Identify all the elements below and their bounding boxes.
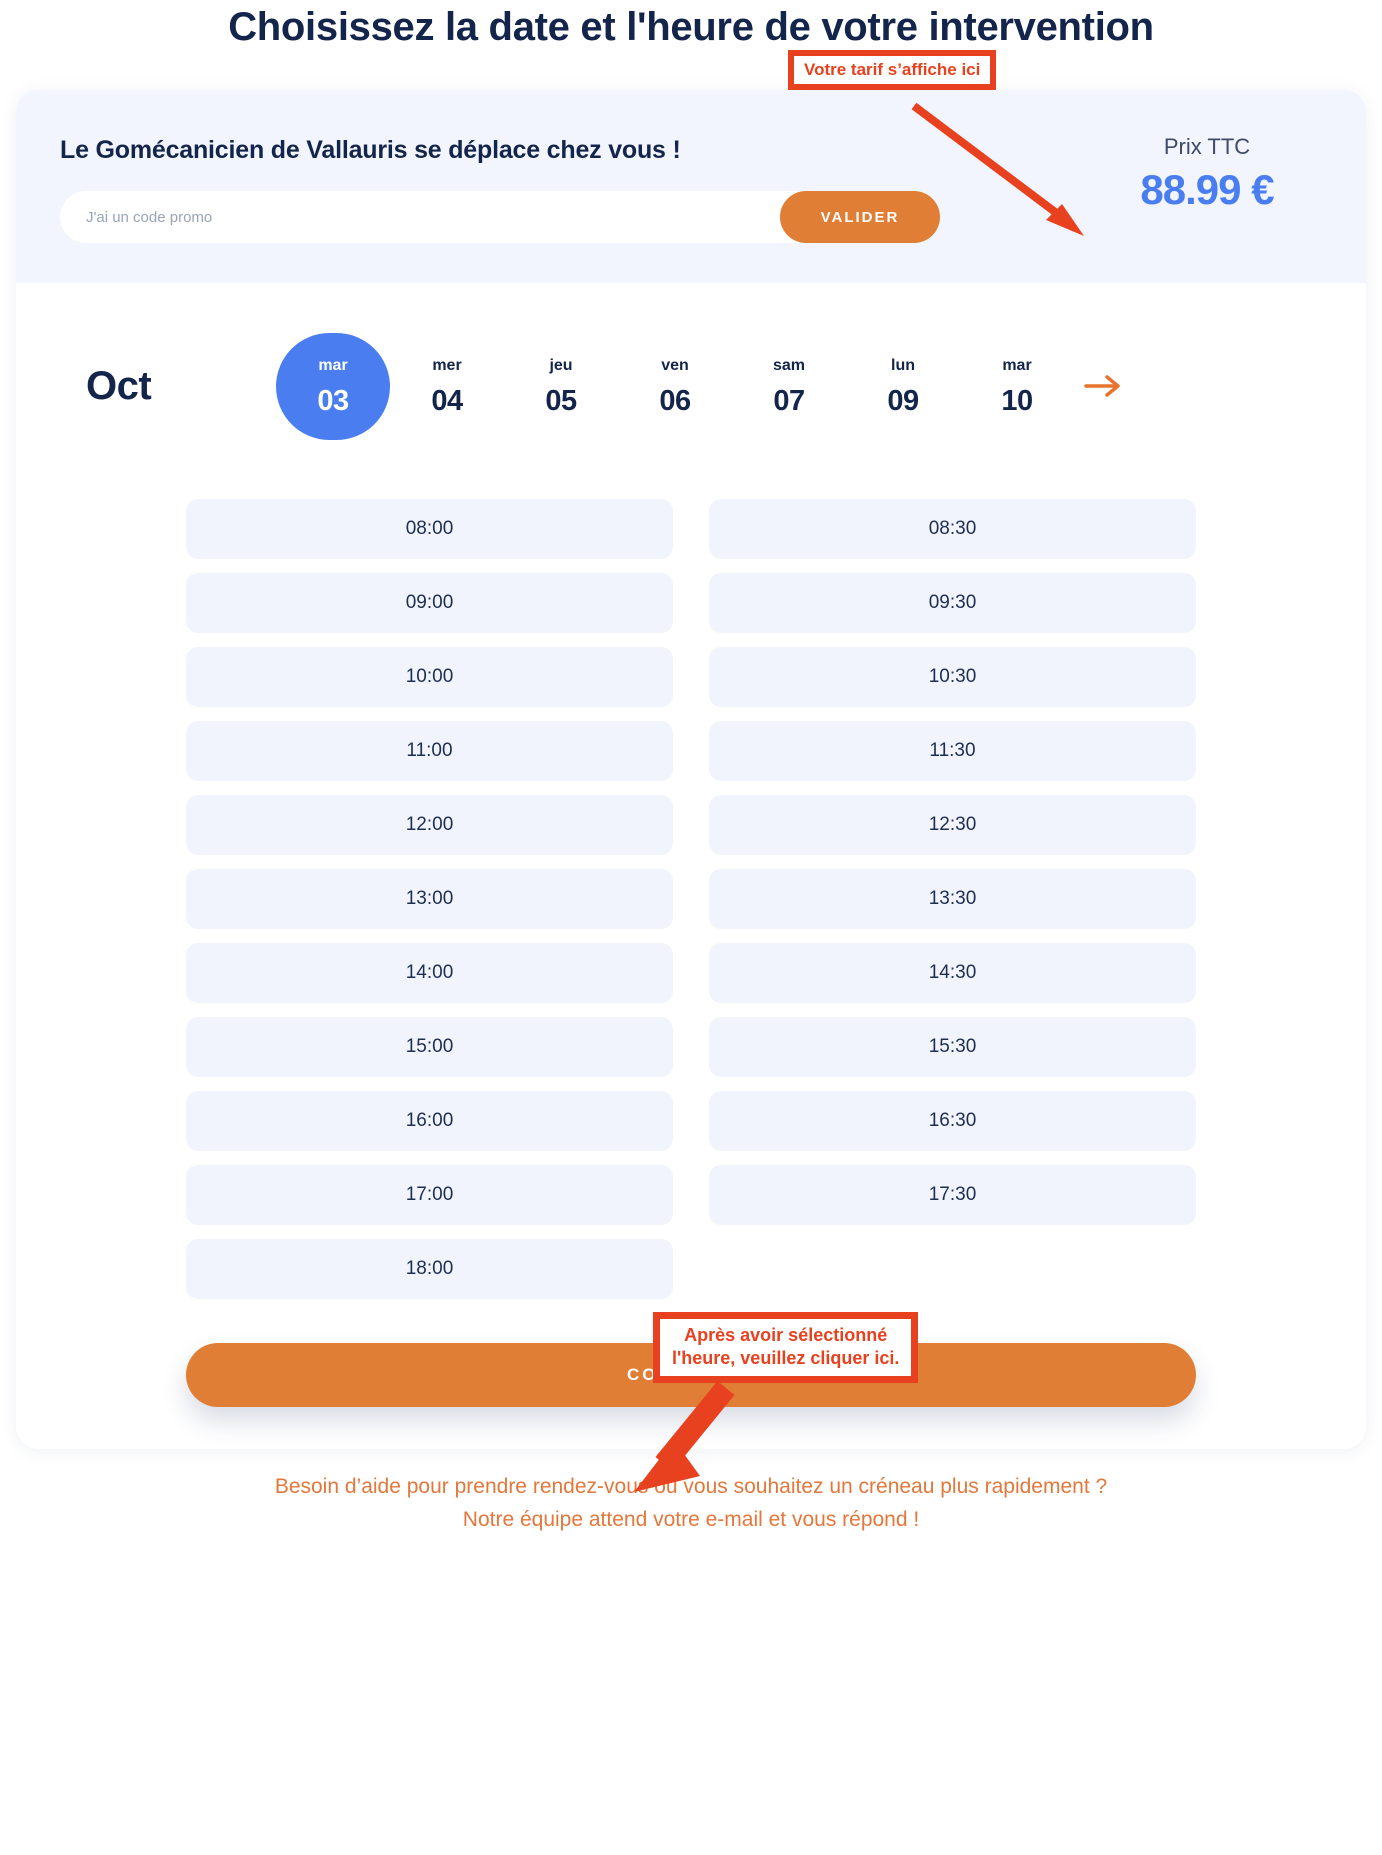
day-of-week-label: sam bbox=[772, 356, 806, 374]
page-title: Choisissez la date et l'heure de votre i… bbox=[228, 5, 1154, 49]
time-slot[interactable]: 12:30 bbox=[709, 795, 1196, 855]
booking-card: Votre tarif s’affiche ici Le Gomécanicie… bbox=[16, 50, 1366, 1492]
price-label: Prix TTC bbox=[1163, 134, 1251, 159]
calendar-day-3[interactable]: ven 06 bbox=[618, 333, 732, 440]
time-slot[interactable]: 13:00 bbox=[186, 869, 673, 929]
time-slot[interactable]: 18:00 bbox=[186, 1239, 673, 1299]
annotation-click-line1: Après avoir sélectionné bbox=[684, 1325, 888, 1345]
time-slot[interactable]: 09:30 bbox=[709, 573, 1196, 633]
time-slot[interactable]: 14:30 bbox=[709, 943, 1196, 1003]
calendar-day-0[interactable]: mar 03 bbox=[276, 332, 390, 440]
time-slot[interactable]: 14:00 bbox=[186, 943, 673, 1003]
day-number-label: 09 bbox=[887, 384, 919, 417]
time-slot-grid: 08:00 08:30 09:00 09:30 10:00 10:30 11:0… bbox=[16, 463, 1366, 1299]
time-slot[interactable]: 13:30 bbox=[709, 869, 1196, 929]
calendar-day-6[interactable]: mar 10 bbox=[960, 333, 1074, 440]
time-slot[interactable]: 11:00 bbox=[186, 721, 673, 781]
time-slot[interactable]: 09:00 bbox=[186, 573, 673, 633]
time-slot[interactable]: 08:30 bbox=[709, 499, 1196, 559]
time-slot[interactable]: 15:00 bbox=[186, 1017, 673, 1077]
time-slot[interactable]: 11:30 bbox=[709, 721, 1196, 781]
annotation-click-line2: l'heure, veuillez cliquer ici. bbox=[672, 1348, 900, 1369]
calendar-day-2[interactable]: jeu 05 bbox=[504, 333, 618, 440]
day-number-label: 06 bbox=[659, 384, 691, 417]
price-value: 88.99 € bbox=[1140, 166, 1274, 213]
calendar-day-4[interactable]: sam 07 bbox=[732, 333, 846, 440]
day-number-label: 07 bbox=[773, 384, 805, 417]
day-of-week-label: jeu bbox=[549, 356, 573, 374]
calendar-day-1[interactable]: mer 04 bbox=[390, 333, 504, 440]
day-of-week-label: mar bbox=[318, 356, 348, 374]
time-slot[interactable]: 12:00 bbox=[186, 795, 673, 855]
promo-row: VALIDER bbox=[60, 191, 940, 243]
day-number-label: 04 bbox=[431, 384, 463, 417]
price-block: Prix TTC 88.99 € bbox=[1092, 134, 1322, 214]
day-of-week-label: mar bbox=[1002, 356, 1032, 374]
time-slot[interactable]: 17:00 bbox=[186, 1165, 673, 1225]
day-of-week-label: ven bbox=[661, 356, 689, 374]
day-number-label: 05 bbox=[545, 384, 577, 417]
annotation-click-text: Après avoir sélectionné l'heure, veuille… bbox=[660, 1319, 912, 1376]
day-of-week-label: mer bbox=[432, 356, 462, 374]
day-of-week-label: lun bbox=[891, 356, 915, 374]
promo-section: Le Gomécanicien de Vallauris se déplace … bbox=[16, 90, 1366, 283]
calendar-days: mar 03 mer 04 jeu 05 ven 06 sam 07 lun 0… bbox=[276, 332, 1336, 440]
time-slot-placeholder bbox=[709, 1239, 1196, 1299]
calendar-day-5[interactable]: lun 09 bbox=[846, 333, 960, 440]
time-slot[interactable]: 08:00 bbox=[186, 499, 673, 559]
calendar-next-week-button[interactable] bbox=[1074, 373, 1134, 399]
time-slot[interactable]: 17:30 bbox=[709, 1165, 1196, 1225]
footer-line-2: Notre équipe attend votre e-mail et vous… bbox=[462, 1507, 920, 1531]
annotation-tarif-text: Votre tarif s’affiche ici bbox=[794, 56, 991, 84]
footer-help-text: Besoin d’aide pour prendre rendez-vous o… bbox=[0, 1449, 1382, 1556]
arrow-right-icon bbox=[1084, 375, 1120, 397]
day-number-label: 03 bbox=[317, 384, 349, 417]
time-slot[interactable]: 16:00 bbox=[186, 1091, 673, 1151]
time-slot[interactable]: 16:30 bbox=[709, 1091, 1196, 1151]
calendar-strip: Oct mar 03 mer 04 jeu 05 ven 06 sam 07 l… bbox=[16, 283, 1366, 463]
time-slot[interactable]: 15:30 bbox=[709, 1017, 1196, 1077]
annotation-tarif-box: Votre tarif s’affiche ici bbox=[788, 50, 997, 90]
calendar-month: Oct bbox=[86, 363, 152, 408]
validate-promo-button[interactable]: VALIDER bbox=[780, 191, 940, 243]
footer-line-1: Besoin d’aide pour prendre rendez-vous o… bbox=[274, 1475, 1108, 1498]
annotation-click-box: Après avoir sélectionné l'heure, veuille… bbox=[653, 1312, 919, 1383]
day-number-label: 10 bbox=[1001, 384, 1033, 417]
time-slot[interactable]: 10:30 bbox=[709, 647, 1196, 707]
time-slot[interactable]: 10:00 bbox=[186, 647, 673, 707]
